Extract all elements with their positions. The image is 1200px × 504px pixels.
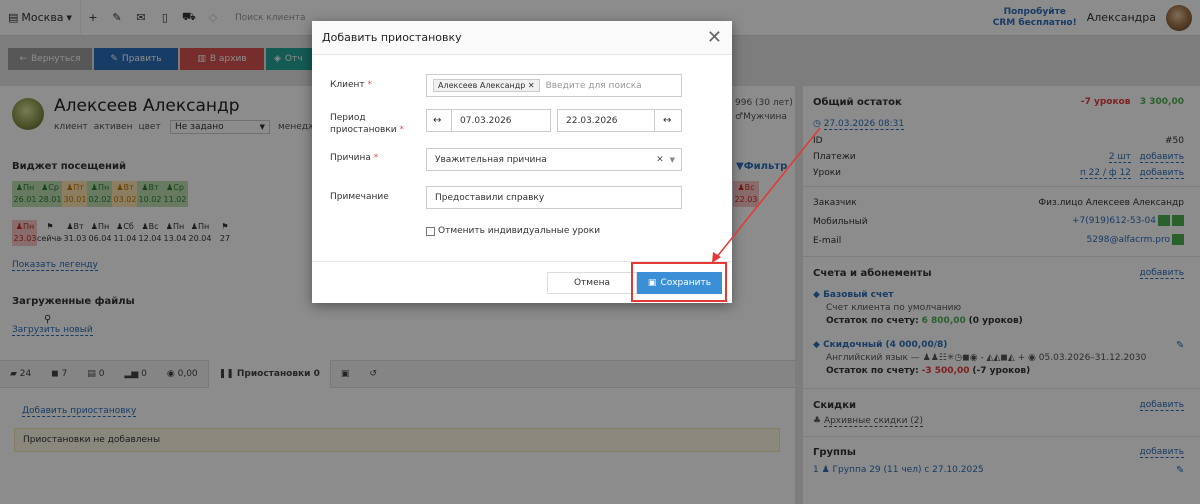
- client-chip: Алексеев Александр ✕: [433, 79, 540, 92]
- client-search-placeholder: Введите для поиска: [545, 80, 642, 91]
- period-label: Период приостановки *: [330, 113, 405, 135]
- close-icon[interactable]: ✕: [707, 28, 722, 47]
- add-pause-modal: Добавить приостановку ✕ Клиент * Алексее…: [312, 21, 732, 303]
- date-from-range-icon[interactable]: ↔: [426, 109, 452, 132]
- remove-chip-icon[interactable]: ✕: [528, 81, 535, 90]
- reason-select[interactable]: Уважительная причина ✕ ▼: [426, 148, 682, 171]
- cancel-button[interactable]: Отмена: [547, 272, 637, 294]
- client-select-input[interactable]: Алексеев Александр ✕ Введите для поиска: [426, 74, 682, 97]
- cancel-individual-lessons[interactable]: Отменить индивидуальные уроки: [426, 226, 600, 236]
- date-to-range-icon[interactable]: ↔: [654, 109, 682, 132]
- note-label: Примечание: [330, 192, 389, 202]
- modal-header: Добавить приостановку ✕: [312, 21, 732, 55]
- save-highlight-box: [631, 262, 727, 302]
- reason-label: Причина *: [330, 153, 379, 163]
- checkbox[interactable]: [426, 226, 435, 236]
- clear-icon[interactable]: ✕: [656, 155, 664, 165]
- date-to-input[interactable]: 22.03.2026: [557, 109, 655, 132]
- date-from-input[interactable]: 07.03.2026: [451, 109, 551, 132]
- caret-down-icon: ▼: [669, 155, 675, 164]
- note-input[interactable]: Предоставили справку: [426, 186, 682, 209]
- client-label: Клиент *: [330, 80, 373, 90]
- modal-title: Добавить приостановку: [322, 31, 462, 44]
